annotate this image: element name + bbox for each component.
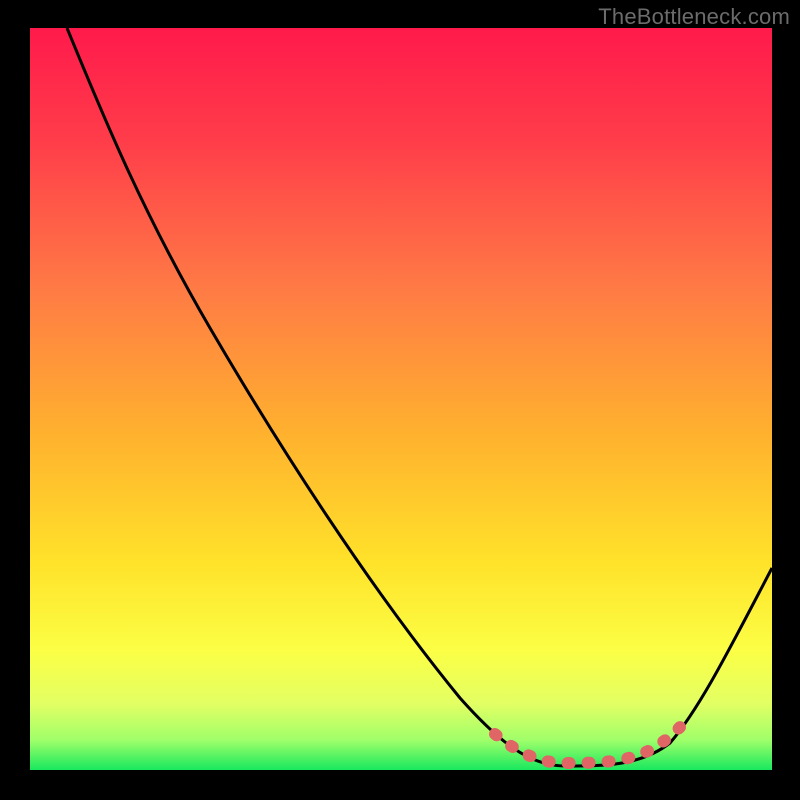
bottleneck-chart bbox=[30, 28, 772, 770]
chart-container: TheBottleneck.com bbox=[0, 0, 800, 800]
gradient-background bbox=[30, 28, 772, 770]
watermark-text: TheBottleneck.com bbox=[598, 4, 790, 30]
